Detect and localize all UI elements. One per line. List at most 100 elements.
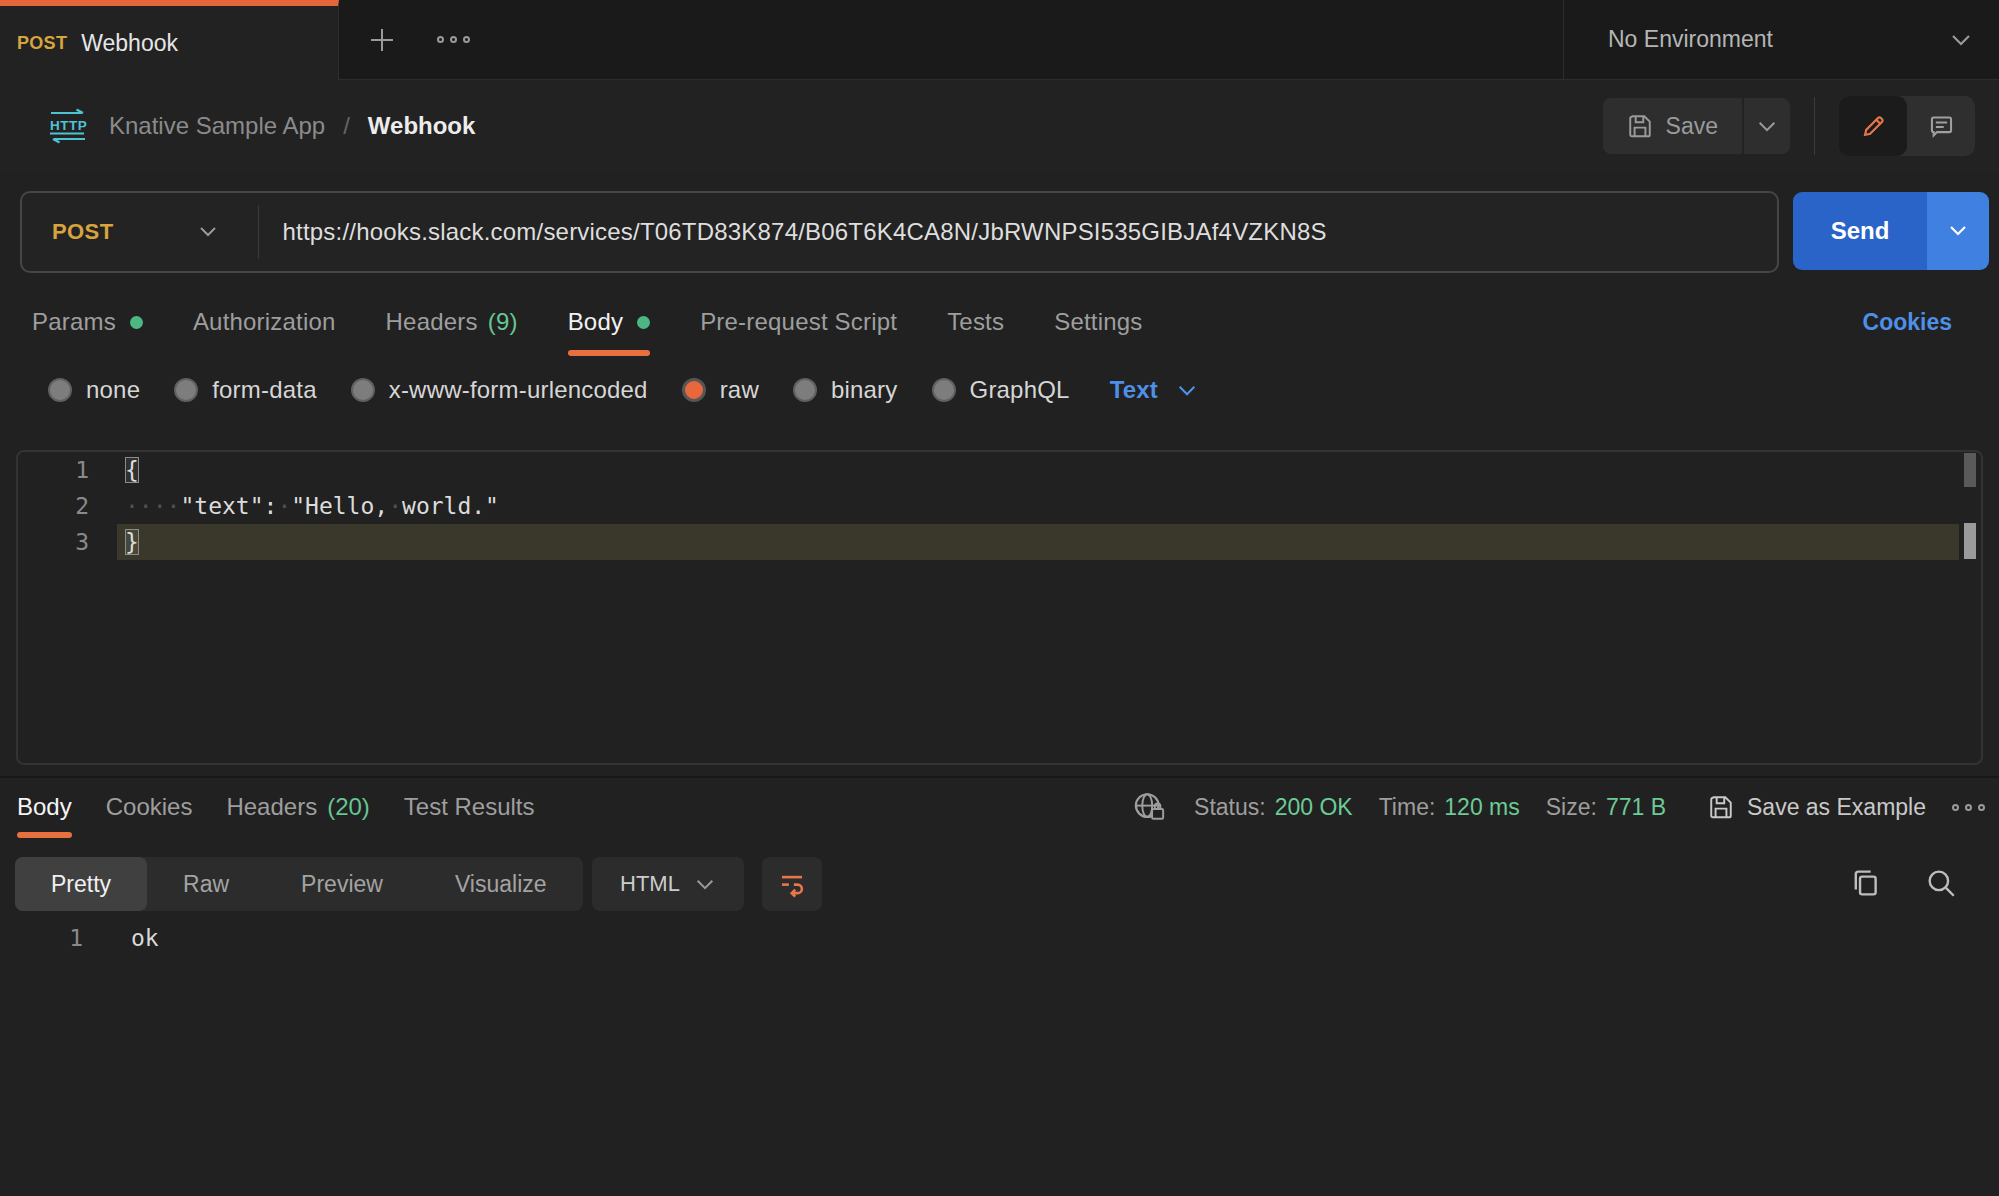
request-body-editor[interactable]: 1 { 2 ····"text":·"Hello,·world." 3 } xyxy=(16,450,1983,765)
response-view-switcher: Pretty Raw Preview Visualize xyxy=(15,857,583,911)
response-text: ok xyxy=(83,920,159,956)
chevron-down-icon[interactable] xyxy=(196,225,220,239)
search-icon xyxy=(1924,866,1958,900)
tab-label: Settings xyxy=(1054,308,1142,336)
response-body[interactable]: 1 ok xyxy=(0,920,159,956)
radio-circle xyxy=(174,378,198,402)
method-selector[interactable]: POST xyxy=(22,219,114,245)
postman-app: POST Webhook No Environment HTTP Knative… xyxy=(0,0,1999,1196)
tab-strip xyxy=(339,0,1563,80)
request-tabs: Params Authorization Headers (9) Body Pr… xyxy=(0,288,1999,356)
tab-label: Params xyxy=(32,308,116,336)
request-tab-webhook[interactable]: POST Webhook xyxy=(0,0,339,80)
view-visualize[interactable]: Visualize xyxy=(419,857,583,911)
breadcrumb-collection[interactable]: Knative Sample App xyxy=(109,112,325,140)
time-value: 120 ms xyxy=(1444,794,1519,821)
editor-scrollbar-thumb[interactable] xyxy=(1964,453,1976,487)
cookies-link[interactable]: Cookies xyxy=(1863,288,1952,356)
response-tab-cookies[interactable]: Cookies xyxy=(106,776,193,838)
search-response-button[interactable] xyxy=(1924,866,1958,904)
network-info-icon[interactable] xyxy=(1132,790,1168,824)
response-tab-body[interactable]: Body xyxy=(17,776,72,838)
radio-label: binary xyxy=(831,376,898,404)
comment-icon xyxy=(1928,113,1955,140)
chevron-down-icon xyxy=(694,878,716,891)
radio-form-data[interactable]: form-data xyxy=(174,376,317,404)
response-format-selector[interactable]: HTML xyxy=(592,857,744,911)
radio-raw[interactable]: raw xyxy=(682,376,759,404)
send-button[interactable]: Send xyxy=(1793,192,1927,270)
radio-circle xyxy=(48,378,72,402)
editor-line: 2 ····"text":·"Hello,·world." xyxy=(18,488,1981,524)
tab-label: Pre-request Script xyxy=(700,308,897,336)
tab-label: Body xyxy=(568,308,624,336)
radio-binary[interactable]: binary xyxy=(793,376,898,404)
line-code: { xyxy=(117,452,1959,488)
breadcrumb-request[interactable]: Webhook xyxy=(368,112,476,140)
params-modified-dot xyxy=(130,316,143,329)
header-actions: Save xyxy=(1603,96,1975,156)
time-label: Time: xyxy=(1379,794,1436,821)
language-selector[interactable]: Text xyxy=(1110,376,1198,404)
comments-button[interactable] xyxy=(1907,96,1975,156)
size-value: 771 B xyxy=(1606,794,1666,821)
tab-label: Tests xyxy=(947,308,1004,336)
send-button-group: Send xyxy=(1793,192,1989,270)
tab-headers[interactable]: Headers (9) xyxy=(386,288,518,356)
save-button[interactable]: Save xyxy=(1603,98,1742,154)
tab-params[interactable]: Params xyxy=(32,288,143,356)
tab-authorization[interactable]: Authorization xyxy=(193,288,336,356)
radio-none[interactable]: none xyxy=(48,376,140,404)
save-as-example-button[interactable]: Save as Example xyxy=(1708,794,1926,821)
radio-circle xyxy=(351,378,375,402)
response-tab-headers[interactable]: Headers (20) xyxy=(226,776,369,838)
chevron-down-icon xyxy=(1176,384,1198,397)
editor-line-highlighted: 3 } xyxy=(18,524,1981,560)
wrap-lines-button[interactable] xyxy=(762,857,822,911)
radio-label: none xyxy=(86,376,140,404)
response-tab-test-results[interactable]: Test Results xyxy=(404,776,535,838)
tab-options-icon[interactable] xyxy=(437,36,470,43)
tab-label: Cookies xyxy=(106,793,193,821)
response-options-icon[interactable] xyxy=(1952,804,1985,811)
radio-x-www-form-urlencoded[interactable]: x-www-form-urlencoded xyxy=(351,376,648,404)
copy-icon xyxy=(1848,866,1882,900)
tab-settings[interactable]: Settings xyxy=(1054,288,1142,356)
breadcrumb: HTTP Knative Sample App / Webhook xyxy=(45,108,475,144)
radio-graphql[interactable]: GraphQL xyxy=(932,376,1070,404)
breadcrumb-separator: / xyxy=(343,112,350,140)
radio-label: raw xyxy=(720,376,759,404)
view-raw[interactable]: Raw xyxy=(147,857,265,911)
tab-tests[interactable]: Tests xyxy=(947,288,1004,356)
language-label: Text xyxy=(1110,376,1158,404)
line-code: } xyxy=(117,524,1959,560)
radio-label: form-data xyxy=(212,376,317,404)
tab-pre-request-script[interactable]: Pre-request Script xyxy=(700,288,897,356)
tab-method-badge: POST xyxy=(17,33,67,54)
http-request-icon: HTTP xyxy=(45,108,91,144)
edit-comment-group xyxy=(1839,96,1975,156)
tab-body[interactable]: Body xyxy=(568,288,651,356)
size-pair: Size: 771 B xyxy=(1546,794,1666,821)
send-options-button[interactable] xyxy=(1927,192,1989,270)
active-tab-underline xyxy=(568,350,651,356)
environment-selector[interactable]: No Environment xyxy=(1563,0,1999,80)
chevron-down-icon xyxy=(1756,120,1778,133)
url-input[interactable]: https://hooks.slack.com/services/T06TD83… xyxy=(259,218,1327,246)
edit-documentation-button[interactable] xyxy=(1839,96,1907,156)
view-pretty[interactable]: Pretty xyxy=(15,857,147,911)
format-label: HTML xyxy=(620,871,680,897)
radio-label: GraphQL xyxy=(970,376,1070,404)
tab-label: Body xyxy=(17,793,72,821)
copy-response-button[interactable] xyxy=(1848,866,1882,904)
save-icon xyxy=(1708,794,1734,820)
save-options-button[interactable] xyxy=(1744,98,1790,154)
tab-label: Headers xyxy=(226,793,317,821)
time-pair: Time: 120 ms xyxy=(1379,794,1520,821)
status-pair: Status: 200 OK xyxy=(1194,794,1353,821)
new-tab-icon[interactable] xyxy=(367,25,397,55)
line-number: 1 xyxy=(18,452,89,488)
view-preview[interactable]: Preview xyxy=(265,857,419,911)
chevron-down-icon xyxy=(1946,224,1970,238)
line-code: ····"text":·"Hello,·world." xyxy=(117,488,1959,524)
